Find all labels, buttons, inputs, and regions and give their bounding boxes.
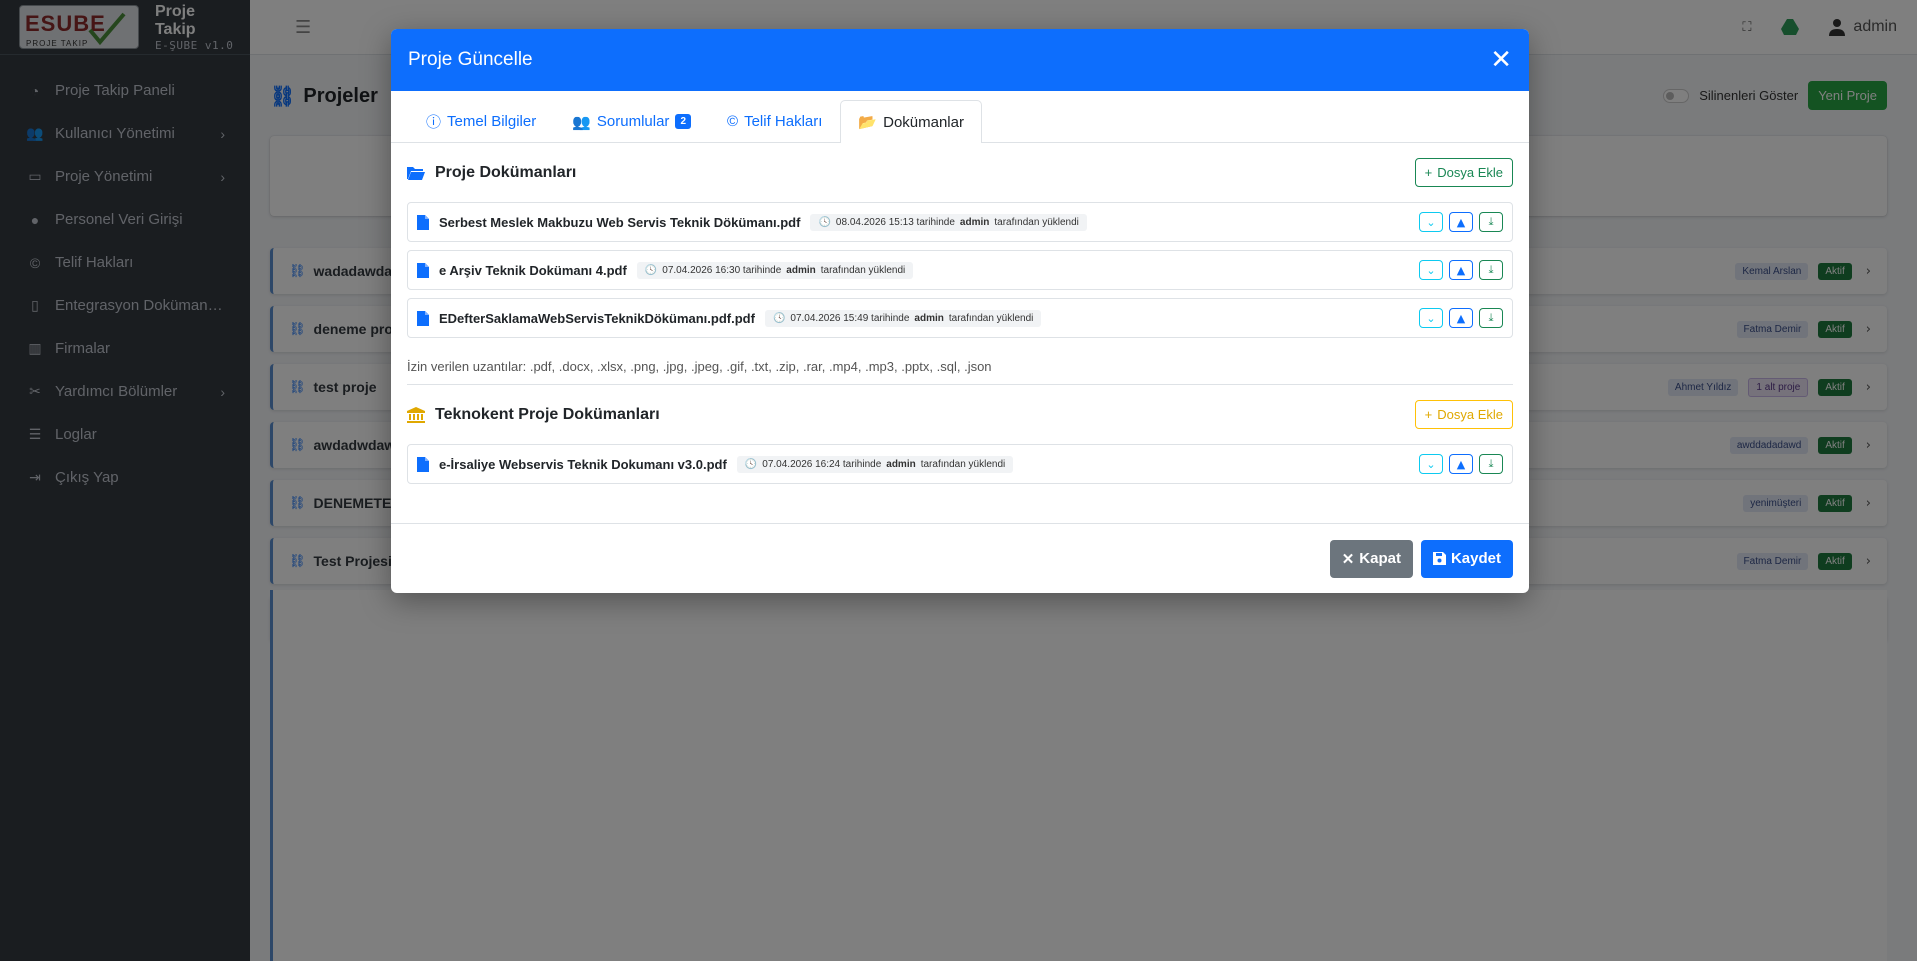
upload-meta: 🕓 08.04.2026 15:13 tarihinde admin tarafınd… xyxy=(810,213,1087,231)
add-file-button[interactable]: + Dosya Ekle xyxy=(1414,400,1513,429)
download-button[interactable]: ⤓ xyxy=(1479,308,1503,328)
file-row: e-İrsaliye Webservis Teknik Dokumanı v3.… xyxy=(407,444,1513,484)
tab-users[interactable]: 👥 Sorumlular 2 xyxy=(554,100,709,142)
close-button[interactable]: ✕ Kapat xyxy=(1329,539,1413,578)
upload-date: 07.04.2026 16:30 tarihinde xyxy=(662,264,782,276)
google-drive-button[interactable]: ▲ xyxy=(1449,454,1473,474)
pdf-file-icon xyxy=(417,310,429,326)
teknokent-documents-header: Teknokent Proje Dokümanları + Dosya Ekle xyxy=(407,385,1513,444)
pdf-file-icon xyxy=(417,456,429,472)
clock-icon: 🕓 xyxy=(744,458,758,470)
upload-suffix: tarafından yüklendi xyxy=(920,458,1006,470)
modal-tabs: ⓘ Temel Bilgiler 👥 Sorumlular 2 © Telif Haklar… xyxy=(391,91,1529,143)
uploader: admin xyxy=(914,312,944,324)
folder-open-icon xyxy=(407,167,425,180)
google-drive-button[interactable]: ▲ xyxy=(1449,260,1473,280)
floppy-disk-icon xyxy=(1432,552,1446,565)
copyright-icon: © xyxy=(727,113,739,130)
folder-open-icon: 📂 xyxy=(858,114,878,131)
pdf-file-icon xyxy=(417,262,429,278)
modal-footer: ✕ Kapat Kaydet xyxy=(391,523,1529,593)
google-drive-button[interactable]: ▲ xyxy=(1449,212,1473,232)
plus-icon: + xyxy=(1424,407,1433,422)
file-name[interactable]: Serbest Meslek Makbuzu Web Servis Teknik… xyxy=(439,215,800,230)
modal-header: Proje Güncelle ✕ xyxy=(391,29,1529,91)
allowed-extensions: İzin verilen uzantılar: .pdf, .docx, .xl… xyxy=(407,346,1513,385)
add-file-label: Dosya Ekle xyxy=(1437,165,1503,180)
close-icon[interactable]: ✕ xyxy=(1490,47,1512,73)
file-name[interactable]: e-İrsaliye Webservis Teknik Dokumanı v3.… xyxy=(439,457,727,472)
file-name[interactable]: EDefterSaklamaWebServisTeknikDökümanı.pd… xyxy=(439,311,755,326)
save-button[interactable]: Kaydet xyxy=(1420,539,1513,578)
file-row: Serbest Meslek Makbuzu Web Servis Teknik… xyxy=(407,202,1513,242)
clock-icon: 🕓 xyxy=(772,312,786,324)
upload-date: 07.04.2026 15:49 tarihinde xyxy=(790,312,910,324)
file-name[interactable]: e Arşiv Teknik Dokümanı 4.pdf xyxy=(439,263,627,278)
add-file-button[interactable]: + Dosya Ekle xyxy=(1414,158,1513,187)
tab-label: Dokümanlar xyxy=(883,113,964,131)
file-row: e Arşiv Teknik Dokümanı 4.pdf 🕓 07.04.2026… xyxy=(407,250,1513,290)
download-button[interactable]: ⤓ xyxy=(1479,212,1503,232)
tab-label: Telif Hakları xyxy=(744,113,823,130)
pdf-file-icon xyxy=(417,214,429,230)
x-icon: ✕ xyxy=(1341,550,1355,568)
uploader: admin xyxy=(959,216,990,228)
tab-folder-open[interactable]: 📂 Dokümanlar xyxy=(840,100,982,143)
project-files-list: Serbest Meslek Makbuzu Web Servis Teknik… xyxy=(407,202,1513,338)
uploader: admin xyxy=(886,458,916,470)
expand-button[interactable]: ⌄ xyxy=(1419,212,1443,232)
building-columns-icon xyxy=(407,406,425,423)
info-icon: ⓘ xyxy=(426,114,442,131)
modal-title: Proje Güncelle xyxy=(408,49,533,70)
upload-suffix: tarafından yüklendi xyxy=(948,312,1034,324)
upload-meta: 🕓 07.04.2026 16:24 tarihinde admin tarafınd… xyxy=(736,455,1014,473)
add-file-label: Dosya Ekle xyxy=(1437,407,1503,422)
expand-button[interactable]: ⌄ xyxy=(1419,308,1443,328)
project-documents-header: Proje Dokümanları + Dosya Ekle xyxy=(407,143,1513,202)
teknokent-files-list: e-İrsaliye Webservis Teknik Dokumanı v3.… xyxy=(407,444,1513,484)
section-title: Proje Dokümanları xyxy=(435,163,577,181)
upload-meta: 🕓 07.04.2026 16:30 tarihinde admin tarafınd… xyxy=(636,261,914,279)
upload-date: 08.04.2026 15:13 tarihinde xyxy=(835,216,955,228)
section-title: Teknokent Proje Dokümanları xyxy=(435,405,660,423)
close-label: Kapat xyxy=(1359,550,1401,567)
upload-suffix: tarafından yüklendi xyxy=(820,264,906,276)
tab-label: Temel Bilgiler xyxy=(447,113,537,130)
upload-meta: 🕓 07.04.2026 15:49 tarihinde admin tarafınd… xyxy=(764,309,1042,327)
download-button[interactable]: ⤓ xyxy=(1479,260,1503,280)
project-update-modal: Proje Güncelle ✕ ⓘ Temel Bilgiler 👥 Sorumlu… xyxy=(391,29,1529,593)
uploader: admin xyxy=(786,264,816,276)
download-button[interactable]: ⤓ xyxy=(1479,454,1503,474)
expand-button[interactable]: ⌄ xyxy=(1419,260,1443,280)
file-row: EDefterSaklamaWebServisTeknikDökümanı.pd… xyxy=(407,298,1513,338)
upload-suffix: tarafından yüklendi xyxy=(994,216,1079,228)
clock-icon: 🕓 xyxy=(644,264,658,276)
tab-badge: 2 xyxy=(675,114,691,129)
upload-date: 07.04.2026 16:24 tarihinde xyxy=(762,458,882,470)
tab-info[interactable]: ⓘ Temel Bilgiler xyxy=(408,100,554,142)
expand-button[interactable]: ⌄ xyxy=(1419,454,1443,474)
google-drive-button[interactable]: ▲ xyxy=(1449,308,1473,328)
tab-copyright[interactable]: © Telif Hakları xyxy=(709,100,840,142)
users-icon: 👥 xyxy=(572,113,591,131)
clock-icon: 🕓 xyxy=(818,216,831,228)
modal-body: Proje Dokümanları + Dosya Ekle Serbest Me… xyxy=(391,143,1529,484)
save-label: Kaydet xyxy=(1450,550,1501,567)
plus-icon: + xyxy=(1424,165,1433,180)
tab-label: Sorumlular xyxy=(596,113,670,130)
